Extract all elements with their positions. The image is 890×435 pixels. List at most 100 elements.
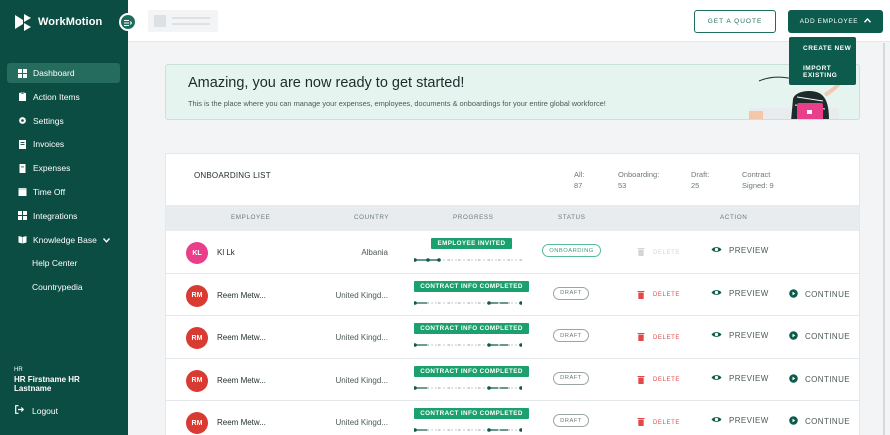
progress-step-dot xyxy=(437,428,441,432)
progress-step-dot xyxy=(519,343,522,347)
employee-name[interactable]: Reem Metw... xyxy=(217,291,266,300)
stat-contract-signed: Contract Signed: 9 xyxy=(742,169,774,191)
avatar: KL xyxy=(186,242,208,264)
delete-button[interactable]: DELETE xyxy=(637,375,680,386)
progress-step-dot xyxy=(519,258,522,262)
sidebar-item-countrypedia[interactable]: Countrypedia xyxy=(7,277,120,297)
delete-button[interactable]: DELETE xyxy=(637,332,680,343)
delete-label: DELETE xyxy=(653,292,680,298)
progress-step-dot xyxy=(477,343,481,347)
workmotion-logo-icon xyxy=(15,14,31,31)
progress-step-dot xyxy=(447,386,451,389)
preview-button[interactable]: PREVIEW xyxy=(711,246,769,255)
delete-label: DELETE xyxy=(653,419,680,426)
stat-value: 9 xyxy=(769,181,774,190)
sidebar-item-label: Time Off xyxy=(33,186,66,197)
preview-button[interactable]: PREVIEW xyxy=(711,416,769,425)
book-icon xyxy=(18,235,27,244)
sidebar-item-time-off[interactable]: Time Off xyxy=(7,182,120,202)
delete-label: DELETE xyxy=(653,249,680,256)
employee-country: United Kingd... xyxy=(335,418,388,427)
progress-step-dot xyxy=(487,385,491,390)
preview-label: PREVIEW xyxy=(729,416,769,425)
eye-icon xyxy=(711,289,722,298)
progress-step-dot xyxy=(426,386,430,389)
table-row[interactable]: RM Reem Metw... United Kingd... CONTRACT… xyxy=(166,274,859,316)
eye-icon xyxy=(711,331,722,340)
delete-button[interactable]: DELETE xyxy=(637,290,680,301)
progress-step-dot xyxy=(426,343,430,347)
sidebar-item-settings[interactable]: Settings xyxy=(7,111,120,131)
employee-name[interactable]: Kl Lk xyxy=(217,248,235,257)
get-a-quote-button[interactable]: GET A QUOTE xyxy=(694,10,776,33)
progress-step-dot xyxy=(414,428,417,432)
progress-step-dot xyxy=(447,428,451,432)
progress-track xyxy=(414,428,522,432)
progress-track xyxy=(414,300,522,305)
column-header-status: STATUS xyxy=(558,214,586,221)
continue-label: CONTINUE xyxy=(805,374,850,384)
page-scrollbar[interactable] xyxy=(883,43,885,435)
column-header-action: ACTION xyxy=(720,214,748,221)
sidebar-toggle-button[interactable] xyxy=(119,13,137,31)
continue-button[interactable]: CONTINUE xyxy=(789,288,850,300)
company-logo-placeholder xyxy=(148,10,218,32)
add-employee-button[interactable]: ADD EMPLOYEE xyxy=(788,10,883,33)
continue-label: CONTINUE xyxy=(805,289,850,299)
progress-step-dot xyxy=(457,343,461,347)
sidebar-item-label: Dashboard xyxy=(33,68,75,78)
progress-step-dot xyxy=(477,258,481,262)
avatar: RM xyxy=(186,327,208,349)
progress-step-dot xyxy=(477,301,481,304)
sidebar-item-integrations[interactable]: Integrations xyxy=(7,206,120,226)
sidebar-item-invoices[interactable]: Invoices xyxy=(7,134,120,154)
progress-track xyxy=(414,258,522,262)
play-circle-icon xyxy=(789,288,798,300)
table-row[interactable]: RM Reem Metw... United Kingd... CONTRACT… xyxy=(166,316,859,359)
sidebar-item-expenses[interactable]: Expenses xyxy=(7,158,120,178)
trash-icon xyxy=(637,417,645,428)
sidebar-nav: Dashboard Action Items Settings Invoices… xyxy=(7,63,120,301)
sidebar-item-knowledge-base[interactable]: Knowledge Base xyxy=(7,230,120,250)
create-new-option[interactable]: CREATE NEW xyxy=(789,45,856,65)
delete-button[interactable]: DELETE xyxy=(637,417,680,428)
preview-button[interactable]: PREVIEW xyxy=(711,331,769,340)
brand-logo[interactable]: WorkMotion xyxy=(14,12,102,32)
progress-step-dot xyxy=(467,386,471,389)
progress-track xyxy=(414,385,522,390)
add-employee-label: ADD EMPLOYEE xyxy=(799,18,859,25)
stat-value: 53 xyxy=(618,181,627,190)
table-row[interactable]: RM Reem Metw... United Kingd... CONTRACT… xyxy=(166,359,859,401)
progress-step-dot xyxy=(426,428,430,432)
employee-country: United Kingd... xyxy=(335,290,388,300)
stat-draft: Draft: 25 xyxy=(691,169,709,191)
continue-button[interactable]: CONTINUE xyxy=(789,416,850,427)
progress-step-dot xyxy=(519,428,522,432)
clipboard-icon xyxy=(18,92,27,102)
continue-button[interactable]: CONTINUE xyxy=(789,373,850,385)
user-role: HR xyxy=(14,367,23,373)
table-row[interactable]: KL Kl Lk Albania EMPLOYEE INVITED ONBOAR… xyxy=(166,231,859,274)
employee-name[interactable]: Reem Metw... xyxy=(217,333,266,342)
progress-step-dot xyxy=(426,301,430,304)
sidebar-item-help-center[interactable]: Help Center xyxy=(7,253,120,273)
preview-label: PREVIEW xyxy=(729,373,769,383)
stat-onboarding: Onboarding: 53 xyxy=(618,169,659,191)
delete-label: DELETE xyxy=(653,334,680,341)
logout-button[interactable]: Logout xyxy=(15,405,58,416)
import-existing-option[interactable]: IMPORT EXISTING xyxy=(789,65,856,85)
user-profile[interactable]: HR HR Firstname HR Lastname xyxy=(14,366,104,393)
table-row[interactable]: RM Reem Metw... United Kingd... CONTRACT… xyxy=(166,401,859,435)
delete-button[interactable]: DELETE xyxy=(637,247,680,258)
progress-step-dot xyxy=(497,428,501,432)
stat-all: All: 87 xyxy=(574,169,584,191)
preview-button[interactable]: PREVIEW xyxy=(711,374,769,383)
sidebar-item-action-items[interactable]: Action Items xyxy=(7,87,120,107)
employee-name[interactable]: Reem Metw... xyxy=(217,418,266,427)
continue-button[interactable]: CONTINUE xyxy=(789,331,850,342)
preview-button[interactable]: PREVIEW xyxy=(711,289,769,298)
sidebar-item-dashboard[interactable]: Dashboard xyxy=(7,63,120,83)
employee-name[interactable]: Reem Metw... xyxy=(217,376,266,385)
menu-collapse-icon xyxy=(124,13,133,31)
user-name: HR Firstname HR Lastname xyxy=(14,375,80,393)
